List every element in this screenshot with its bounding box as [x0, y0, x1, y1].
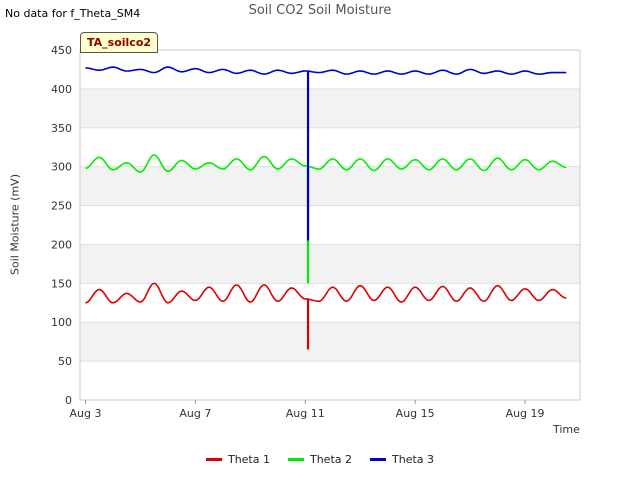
background-bands: [80, 88, 580, 362]
legend: Theta 1 Theta 2 Theta 3: [0, 453, 640, 466]
series-line: [85, 282, 567, 304]
legend-swatch: [287, 458, 304, 461]
y-tick-label: 250: [51, 200, 72, 213]
legend-item: Theta 2: [287, 453, 352, 466]
grid-band: [80, 88, 580, 128]
grid-band: [80, 244, 580, 284]
x-axis-label: Time: [553, 423, 580, 436]
legend-swatch: [370, 458, 386, 461]
x-axis-ticks: Aug 3 Aug 7 Aug 11 Aug 15 Aug 19: [70, 400, 545, 420]
y-tick-label: 200: [51, 238, 72, 251]
y-axis-label: Soil Moisture (mV): [8, 174, 22, 275]
x-tick-label: Aug 3: [70, 407, 102, 420]
chart-title: Soil CO2 Soil Moisture: [248, 3, 392, 18]
site-badge: TA_soilco2: [80, 32, 159, 53]
chart-area: 050100150200250300350400450 Aug 3 Aug 7 Au…: [51, 44, 581, 420]
legend-item: Theta 1: [205, 453, 270, 466]
legend-swatch: [205, 458, 222, 461]
y-axis-ticks: 0 50 100 150 200 250 300 350 400 450: [51, 44, 72, 407]
grid-band: [80, 166, 580, 206]
y-tick-label: 300: [51, 161, 72, 174]
legend-item: Theta 3: [370, 453, 434, 466]
x-tick-label: Aug 11: [286, 407, 325, 420]
y-tick-label: 450: [51, 44, 72, 57]
y-tick-label: 50: [58, 355, 72, 368]
x-tick-label: Aug 15: [396, 407, 435, 420]
y-tick-label: 0: [65, 394, 72, 407]
y-tick-label: 350: [51, 122, 72, 135]
x-tick-label: Aug 7: [179, 407, 211, 420]
legend-label: Theta 3: [392, 453, 435, 466]
y-tick-label: 100: [51, 316, 72, 329]
grid-band: [80, 322, 580, 362]
legend-label: Theta 1: [227, 453, 270, 466]
y-tick-label: 400: [51, 83, 72, 96]
legend-label: Theta 2: [309, 453, 352, 466]
x-tick-label: Aug 19: [506, 407, 545, 420]
y-tick-label: 150: [51, 277, 72, 290]
series-line: [85, 66, 567, 75]
